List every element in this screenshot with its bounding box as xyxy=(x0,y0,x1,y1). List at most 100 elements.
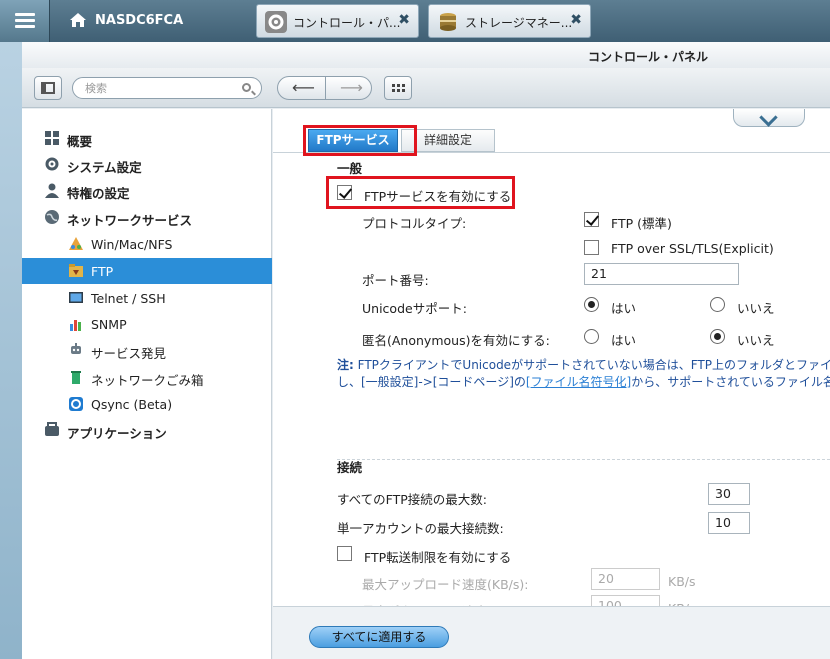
sidebar-item-label: Telnet / SSH xyxy=(91,291,166,306)
divider xyxy=(325,77,326,99)
sidebar-item-label: Win/Mac/NFS xyxy=(91,237,173,252)
sidebar-item-label: システム設定 xyxy=(67,160,142,175)
anonymous-yes-radio[interactable] xyxy=(584,329,599,344)
apply-all-button[interactable]: すべてに適用する xyxy=(309,626,449,648)
close-icon[interactable]: ✖ xyxy=(570,12,582,28)
overview-icon xyxy=(45,131,59,145)
tab-label: コントロール・パ... xyxy=(293,16,401,30)
apps-grid-button[interactable] xyxy=(384,76,412,100)
connection-heading: 接続 xyxy=(337,460,363,475)
filename-encoding-link[interactable]: [ファイル名符号化] xyxy=(526,375,631,389)
sidebar-item-win-mac-nfs[interactable]: Win/Mac/NFS xyxy=(22,231,272,257)
share-icon xyxy=(69,237,83,250)
sidebar-item-label: 概要 xyxy=(67,134,93,149)
chart-icon xyxy=(70,320,81,331)
terminal-icon xyxy=(69,292,83,303)
forward-arrow-icon[interactable]: ⟶ xyxy=(340,78,363,97)
grid-dot xyxy=(397,89,400,92)
sidebar-item-label: ネットワークサービス xyxy=(67,213,193,228)
protocol-type-label: プロトコルタイプ: xyxy=(362,216,467,231)
unicode-yes-radio[interactable] xyxy=(584,297,599,312)
sidebar-item-snmp[interactable]: SNMP xyxy=(22,311,272,337)
sidebar-item-label: サービス発見 xyxy=(91,346,167,361)
gear-icon xyxy=(45,157,59,171)
applications-icon xyxy=(45,422,59,436)
sidebar-item-network-recycle-bin[interactable]: ネットワークごみ箱 xyxy=(22,364,272,390)
anonymous-no-radio[interactable] xyxy=(710,329,725,344)
note-text: し、[一般設定]->[コードページ]の xyxy=(337,375,526,389)
search-box[interactable] xyxy=(72,77,262,99)
ftp-ssl-label: FTP over SSL/TLS(Explicit) xyxy=(611,241,774,256)
note-line-1: 注: FTPクライアントでUnicodeがサポートされていない場合は、FTP上の… xyxy=(337,356,830,373)
sidebar: 概要 システム設定 特権の設定 ネットワークサービス Win/Mac/NFS F… xyxy=(22,109,272,659)
tab-control-panel[interactable]: コントロール・パ... ✖ xyxy=(256,4,419,38)
sidebar-item-system-settings[interactable]: システム設定 xyxy=(22,151,272,177)
max-upload-input[interactable]: 20 xyxy=(591,568,660,590)
home-icon[interactable] xyxy=(69,11,87,29)
sidebar-item-qsync[interactable]: Qsync (Beta) xyxy=(22,391,272,417)
menu-icon-bar xyxy=(15,19,35,22)
port-input[interactable]: 21 xyxy=(584,263,739,285)
max-upload-unit: KB/s xyxy=(668,574,696,589)
sidebar-item-overview[interactable]: 概要 xyxy=(22,125,272,151)
host-name: NASDC6FCA xyxy=(95,13,184,28)
sidebar-item-applications[interactable]: アプリケーション xyxy=(22,417,272,443)
sidebar-item-telnet-ssh[interactable]: Telnet / SSH xyxy=(22,285,272,311)
control-panel-window: コントロール・パネル ⟵ ⟶ 概要 システム設定 特権の設定 xyxy=(22,42,830,659)
collapse-chevron-icon[interactable] xyxy=(733,109,805,127)
unicode-label: Unicodeサポート: xyxy=(362,301,467,316)
sidebar-item-network-services[interactable]: ネットワークサービス xyxy=(22,204,272,230)
sidebar-item-ftp[interactable]: FTP xyxy=(22,258,272,284)
grid-dot xyxy=(402,89,405,92)
note-line-2: し、[一般設定]->[コードページ]の[ファイル名符号化]から、サポートされてい… xyxy=(337,373,830,390)
search-icon xyxy=(242,83,251,92)
max-account-connections-input[interactable]: 10 xyxy=(708,512,750,534)
max-all-connections-input[interactable]: 30 xyxy=(708,483,750,505)
note-text: FTPクライアントでUnicodeがサポートされていない場合は、FTP上のフォル… xyxy=(353,358,830,372)
storage-icon xyxy=(437,11,459,33)
grid-dot xyxy=(397,84,400,87)
ftp-standard-label: FTP (標準) xyxy=(611,216,672,231)
globe-icon xyxy=(45,210,59,224)
sidebar-item-service-discovery[interactable]: サービス発見 xyxy=(22,337,272,363)
sidebar-item-label: SNMP xyxy=(91,317,127,332)
toolbar: ⟵ ⟶ xyxy=(22,68,830,108)
tab-storage-manager[interactable]: ストレージマネー... ✖ xyxy=(428,4,591,38)
ftp-ssl-checkbox[interactable] xyxy=(584,240,599,255)
rate-limit-label: FTP転送制限を有効にする xyxy=(364,550,512,565)
close-icon[interactable]: ✖ xyxy=(398,12,410,28)
back-arrow-icon[interactable]: ⟵ xyxy=(292,78,315,97)
main-menu-button[interactable] xyxy=(0,0,50,42)
menu-icon-bar xyxy=(15,25,35,28)
enable-ftp-checkbox[interactable] xyxy=(337,185,352,200)
sidebar-item-label: ネットワークごみ箱 xyxy=(91,373,204,388)
layout-toggle-button[interactable] xyxy=(34,76,62,100)
top-bar: NASDC6FCA コントロール・パ... ✖ ストレージマネー... ✖ xyxy=(0,0,830,42)
unicode-no-label: いいえ xyxy=(737,301,775,316)
anonymous-no-label: いいえ xyxy=(737,333,775,348)
section-divider xyxy=(337,459,830,460)
sync-icon xyxy=(69,397,83,411)
bottom-action-bar: すべてに適用する xyxy=(273,606,830,659)
port-label: ポート番号: xyxy=(362,273,429,288)
ftp-folder-icon xyxy=(69,264,83,277)
sidebar-item-label: FTP xyxy=(91,264,114,279)
window-title: コントロール・パネル xyxy=(588,50,709,64)
menu-icon xyxy=(15,13,35,16)
sidebar-item-label: アプリケーション xyxy=(67,426,167,441)
grid-dot xyxy=(392,89,395,92)
sidebar-item-privilege[interactable]: 特権の設定 xyxy=(22,177,272,203)
note-prefix: 注: xyxy=(337,358,354,372)
navigation-buttons: ⟵ ⟶ xyxy=(277,76,372,100)
search-input[interactable] xyxy=(85,80,235,96)
grid-icon xyxy=(392,84,395,87)
robot-icon xyxy=(71,343,81,354)
gear-icon xyxy=(265,11,287,33)
grid-dot xyxy=(402,84,405,87)
general-heading: 一般 xyxy=(337,161,363,176)
ftp-standard-checkbox[interactable] xyxy=(584,212,599,227)
recycle-bin-icon xyxy=(71,371,81,384)
unicode-no-radio[interactable] xyxy=(710,297,725,312)
rate-limit-checkbox[interactable] xyxy=(337,546,352,561)
anonymous-yes-label: はい xyxy=(611,333,637,348)
